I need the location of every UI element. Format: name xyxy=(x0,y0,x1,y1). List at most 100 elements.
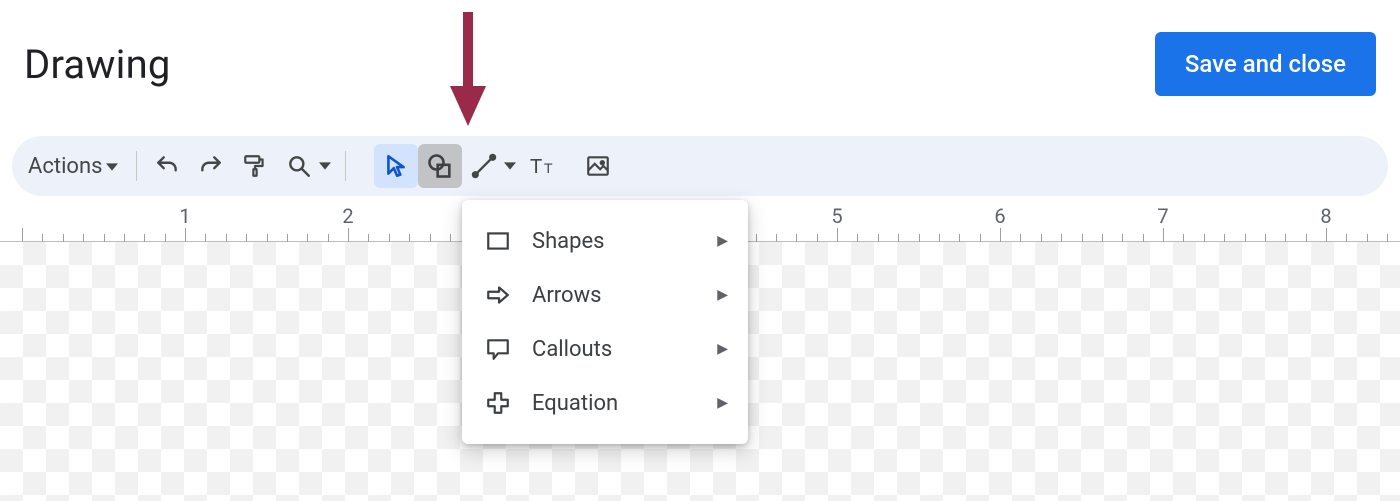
ruler-minor-tick xyxy=(1245,234,1246,242)
text-box-button[interactable]: T T xyxy=(522,144,566,188)
ruler-minor-tick xyxy=(776,234,777,242)
menu-label: Equation xyxy=(532,391,697,416)
ruler-minor-tick xyxy=(1285,234,1286,242)
ruler-minor-tick xyxy=(267,234,268,242)
ruler-minor-tick xyxy=(1061,234,1062,242)
ruler-minor-tick xyxy=(1122,234,1123,242)
redo-button[interactable] xyxy=(189,144,233,188)
ruler-major-tick xyxy=(1000,228,1001,242)
menu-item-shapes[interactable]: Shapes ▶ xyxy=(462,214,748,268)
plus-icon xyxy=(484,389,512,417)
ruler-minor-tick xyxy=(389,234,390,242)
ruler-minor-tick xyxy=(42,234,43,242)
ruler-minor-tick xyxy=(857,234,858,242)
image-icon xyxy=(585,153,611,179)
ruler-minor-tick xyxy=(287,234,288,242)
zoom-button[interactable] xyxy=(277,144,321,188)
page-title: Drawing xyxy=(24,41,171,88)
ruler-minor-tick xyxy=(756,234,757,242)
select-tool-button[interactable] xyxy=(374,144,418,188)
ruler-minor-tick xyxy=(165,234,166,242)
ruler-major-tick xyxy=(1326,228,1327,242)
ruler-minor-tick xyxy=(817,234,818,242)
ruler-minor-tick xyxy=(1265,234,1266,242)
toolbar: Actions xyxy=(12,136,1388,196)
caret-down-icon[interactable] xyxy=(319,157,331,176)
ruler-label: 6 xyxy=(994,204,1005,228)
ruler-minor-tick xyxy=(919,234,920,242)
menu-item-arrows[interactable]: Arrows ▶ xyxy=(462,268,748,322)
shape-tool-button[interactable] xyxy=(418,144,462,188)
ruler-minor-tick xyxy=(959,234,960,242)
ruler-major-tick xyxy=(837,228,838,242)
caret-down-icon xyxy=(106,154,118,179)
ruler-minor-tick xyxy=(1204,234,1205,242)
magnifier-icon xyxy=(286,153,312,179)
submenu-arrow-icon: ▶ xyxy=(717,395,728,411)
redo-icon xyxy=(198,153,224,179)
save-and-close-button[interactable]: Save and close xyxy=(1155,32,1376,96)
line-icon xyxy=(471,153,497,179)
submenu-arrow-icon: ▶ xyxy=(717,233,728,249)
toolbar-separator xyxy=(136,151,137,181)
paint-format-button[interactable] xyxy=(233,144,277,188)
ruler-minor-tick xyxy=(1041,234,1042,242)
ruler-major-tick xyxy=(348,228,349,242)
zoom-button-group[interactable] xyxy=(277,144,337,188)
image-button[interactable] xyxy=(576,144,620,188)
line-tool-group[interactable] xyxy=(462,144,522,188)
callout-icon xyxy=(484,335,512,363)
toolbar-separator xyxy=(345,151,346,181)
ruler-minor-tick xyxy=(124,234,125,242)
undo-icon xyxy=(154,153,180,179)
ruler-minor-tick xyxy=(1082,234,1083,242)
ruler-label: 8 xyxy=(1320,204,1331,228)
ruler-minor-tick xyxy=(205,234,206,242)
line-tool-button[interactable] xyxy=(462,144,506,188)
ruler-minor-tick xyxy=(63,234,64,242)
ruler-minor-tick xyxy=(1367,234,1368,242)
undo-button[interactable] xyxy=(145,144,189,188)
ruler-label: 1 xyxy=(179,204,190,228)
shape-dropdown-menu: Shapes ▶ Arrows ▶ Callouts ▶ Equation ▶ xyxy=(462,200,748,444)
submenu-arrow-icon: ▶ xyxy=(717,341,728,357)
arrow-right-icon xyxy=(484,281,512,309)
ruler-major-tick xyxy=(1163,228,1164,242)
paint-roller-icon xyxy=(242,153,268,179)
ruler-minor-tick xyxy=(144,234,145,242)
text-icon: T T xyxy=(530,153,558,179)
menu-label: Shapes xyxy=(532,229,697,254)
ruler-minor-tick xyxy=(409,234,410,242)
ruler-minor-tick xyxy=(246,234,247,242)
ruler-minor-tick xyxy=(1102,234,1103,242)
ruler-minor-tick xyxy=(368,234,369,242)
svg-text:T: T xyxy=(544,160,553,176)
ruler-major-tick xyxy=(22,228,23,242)
ruler-minor-tick xyxy=(328,234,329,242)
ruler-minor-tick xyxy=(1346,234,1347,242)
ruler-minor-tick xyxy=(878,234,879,242)
ruler-minor-tick xyxy=(898,234,899,242)
caret-down-icon[interactable] xyxy=(504,157,516,176)
menu-item-callouts[interactable]: Callouts ▶ xyxy=(462,322,748,376)
ruler-minor-tick xyxy=(1143,234,1144,242)
ruler-minor-tick xyxy=(980,234,981,242)
menu-item-equation[interactable]: Equation ▶ xyxy=(462,376,748,430)
actions-menu-button[interactable]: Actions xyxy=(24,144,128,188)
ruler-minor-tick xyxy=(430,234,431,242)
rectangle-icon xyxy=(484,227,512,255)
ruler-minor-tick xyxy=(104,234,105,242)
menu-label: Callouts xyxy=(532,337,697,362)
ruler-label: 7 xyxy=(1157,204,1168,228)
ruler-minor-tick xyxy=(796,234,797,242)
cursor-icon xyxy=(383,153,409,179)
ruler-minor-tick xyxy=(450,234,451,242)
ruler-minor-tick xyxy=(83,234,84,242)
ruler-minor-tick xyxy=(1183,234,1184,242)
ruler-minor-tick xyxy=(1387,234,1388,242)
ruler-minor-tick xyxy=(939,234,940,242)
ruler-minor-tick xyxy=(226,234,227,242)
ruler-minor-tick xyxy=(1020,234,1021,242)
ruler-minor-tick xyxy=(1224,234,1225,242)
actions-label: Actions xyxy=(28,154,102,179)
